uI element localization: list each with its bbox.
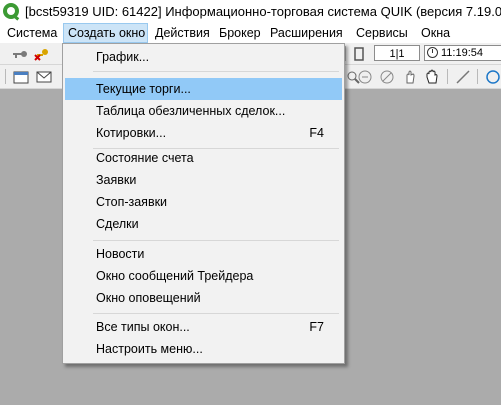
toolbar-separator xyxy=(477,69,478,84)
phone-icon[interactable] xyxy=(351,46,367,62)
shortcut-f4: F4 xyxy=(309,126,324,140)
window-icon[interactable] xyxy=(13,69,29,85)
menu-item-zayavki[interactable]: Заявки xyxy=(65,169,342,191)
menu-item-tablitsa-sdelok[interactable]: Таблица обезличенных сделок... xyxy=(65,100,342,122)
menu-item-tekushchie-torgi[interactable]: Текущие торги... xyxy=(65,78,342,100)
menu-deistviya[interactable]: Действия xyxy=(155,23,210,43)
menu-item-grafik[interactable]: График... xyxy=(65,46,342,68)
page-counter: 1|1 xyxy=(374,45,420,61)
menu-item-novosti[interactable]: Новости xyxy=(65,243,342,265)
mail-icon[interactable] xyxy=(36,69,52,85)
minus-icon[interactable] xyxy=(357,69,373,85)
menu-item-stop-zayavki[interactable]: Стоп-заявки xyxy=(65,191,342,213)
menu-item-kotirovki[interactable]: Котировки... F4 xyxy=(65,122,342,144)
quik-logo-icon xyxy=(3,3,20,21)
key-icon[interactable] xyxy=(12,46,28,62)
menu-separator xyxy=(93,313,339,314)
menu-item-vse-tipy-okon[interactable]: Все типы окон... F7 xyxy=(65,316,342,338)
clock-icon xyxy=(427,47,438,58)
menu-servisy[interactable]: Сервисы xyxy=(356,23,408,43)
toolbar-separator xyxy=(345,46,346,61)
line-tool-icon[interactable] xyxy=(455,69,471,85)
menu-broker[interactable]: Брокер xyxy=(219,23,261,43)
toolbar-separator xyxy=(447,69,448,84)
menu-bar: Система Создать окно Действия Брокер Рас… xyxy=(0,23,501,43)
menu-item-okno-opoveshchenii[interactable]: Окно оповещений xyxy=(65,287,342,309)
window-title: [bcst59319 UID: 61422] Информационно-тор… xyxy=(25,4,501,19)
grab-hand-icon[interactable] xyxy=(424,69,440,85)
shortcut-f7: F7 xyxy=(309,320,324,334)
menu-item-sostoyanie-scheta[interactable]: Состояние счета xyxy=(65,147,342,169)
menu-sistema[interactable]: Система xyxy=(7,23,57,43)
help-icon[interactable] xyxy=(485,69,501,85)
disconnect-icon[interactable] xyxy=(34,46,50,62)
menu-item-okno-soobshchenii[interactable]: Окно сообщений Трейдера xyxy=(65,265,342,287)
clock-time: 11:19:54 xyxy=(441,47,484,59)
menu-okna[interactable]: Окна xyxy=(421,23,450,43)
toolbar-grip xyxy=(5,69,6,84)
menu-item-sdelki[interactable]: Сделки xyxy=(65,213,342,235)
create-window-dropdown: График... Текущие торги... Таблица обезл… xyxy=(62,43,345,364)
menu-separator xyxy=(93,240,339,241)
hand-icon[interactable] xyxy=(402,69,418,85)
menu-sozdat-okno[interactable]: Создать окно xyxy=(63,23,148,43)
title-bar: [bcst59319 UID: 61422] Информационно-тор… xyxy=(0,0,501,23)
server-clock: 11:19:54 xyxy=(424,45,501,61)
menu-item-nastroit-menu[interactable]: Настроить меню... xyxy=(65,338,342,360)
menu-rasshireniya[interactable]: Расширения xyxy=(270,23,343,43)
menu-separator xyxy=(93,71,339,72)
stop-icon[interactable] xyxy=(379,69,395,85)
